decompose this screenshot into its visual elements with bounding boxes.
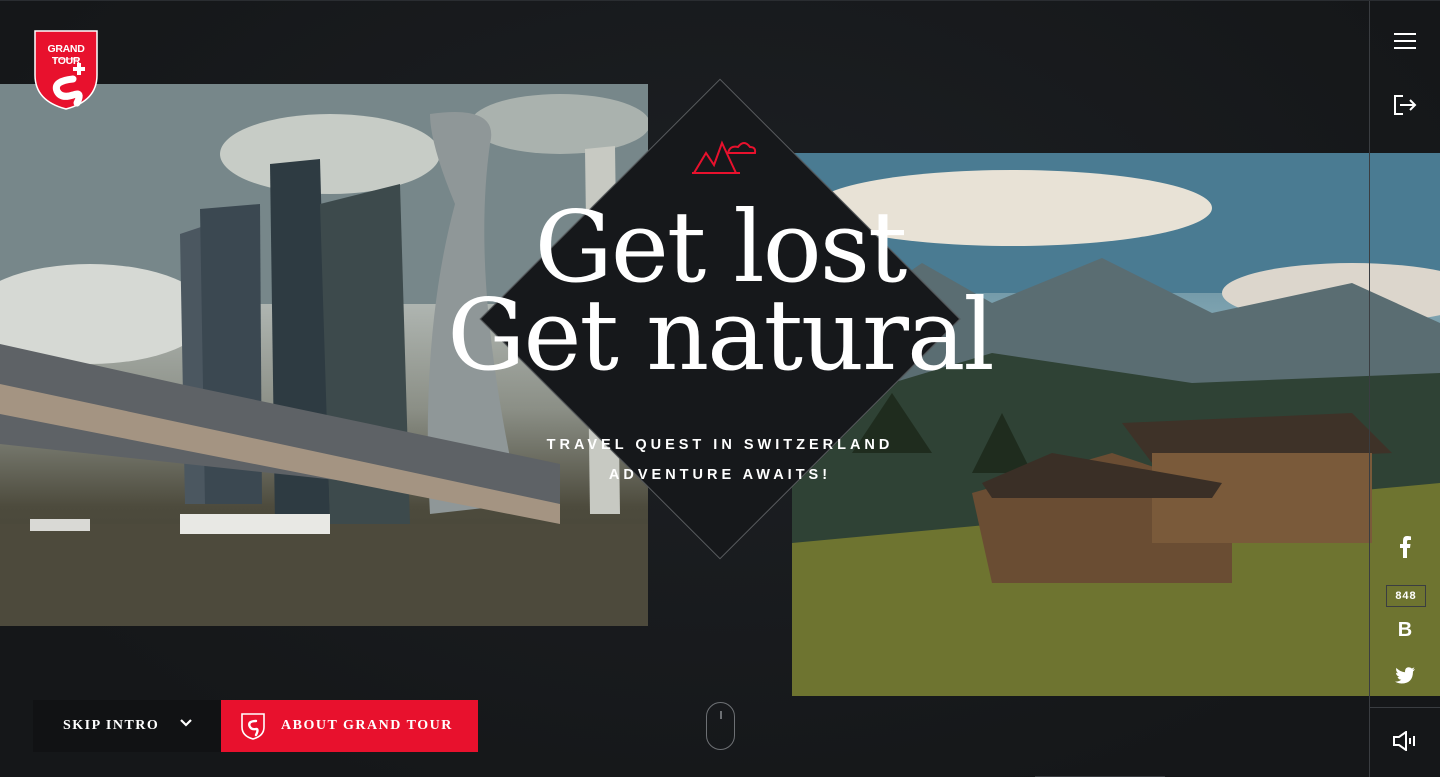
login-button[interactable]: [1370, 85, 1440, 125]
intro-page: GRAND TOUR of Switzerland Get lost Get n…: [0, 0, 1440, 777]
grand-tour-logo[interactable]: GRAND TOUR of Switzerland: [33, 29, 99, 111]
hero-subline-1: TRAVEL QUEST IN SWITZERLAND: [546, 437, 894, 453]
about-grand-tour-label: ABOUT GRAND TOUR: [281, 718, 453, 733]
hamburger-icon: [1394, 33, 1416, 49]
headline-line-2: Get natural: [447, 279, 994, 393]
logo-shield-icon: [34, 30, 98, 110]
hero-subline-2: ADVENTURE AWAITS!: [608, 467, 832, 483]
sound-toggle-button[interactable]: [1370, 721, 1440, 761]
facebook-icon: [1400, 536, 1411, 558]
vk-share-button[interactable]: B: [1370, 613, 1440, 647]
facebook-share-button[interactable]: [1370, 529, 1440, 565]
scroll-down-indicator[interactable]: [706, 702, 735, 750]
speaker-icon: [1393, 731, 1415, 751]
shield-emblem-icon: [241, 713, 265, 740]
share-count-badge: 848: [1386, 585, 1426, 607]
hero-headline: Get lost Get natural: [380, 199, 1060, 393]
about-grand-tour-button[interactable]: ABOUT GRAND TOUR: [221, 700, 478, 752]
vk-icon: B: [1397, 618, 1413, 641]
menu-button[interactable]: [1370, 21, 1440, 61]
chevron-down-icon: [180, 719, 192, 727]
scroll-wheel-icon: [720, 711, 722, 719]
sidebar-divider: [1370, 707, 1440, 708]
skip-intro-label: SKIP INTRO: [63, 718, 160, 733]
right-sidebar: 848 B: [1369, 1, 1440, 777]
mountains-icon: [692, 140, 757, 174]
logo-title: GRAND TOUR: [47, 43, 85, 67]
logo-subtitle: of Switzerland: [53, 56, 79, 61]
twitter-share-button[interactable]: [1370, 657, 1440, 693]
skip-intro-button[interactable]: SKIP INTRO: [33, 700, 221, 752]
login-icon: [1394, 95, 1417, 115]
twitter-icon: [1395, 666, 1415, 683]
